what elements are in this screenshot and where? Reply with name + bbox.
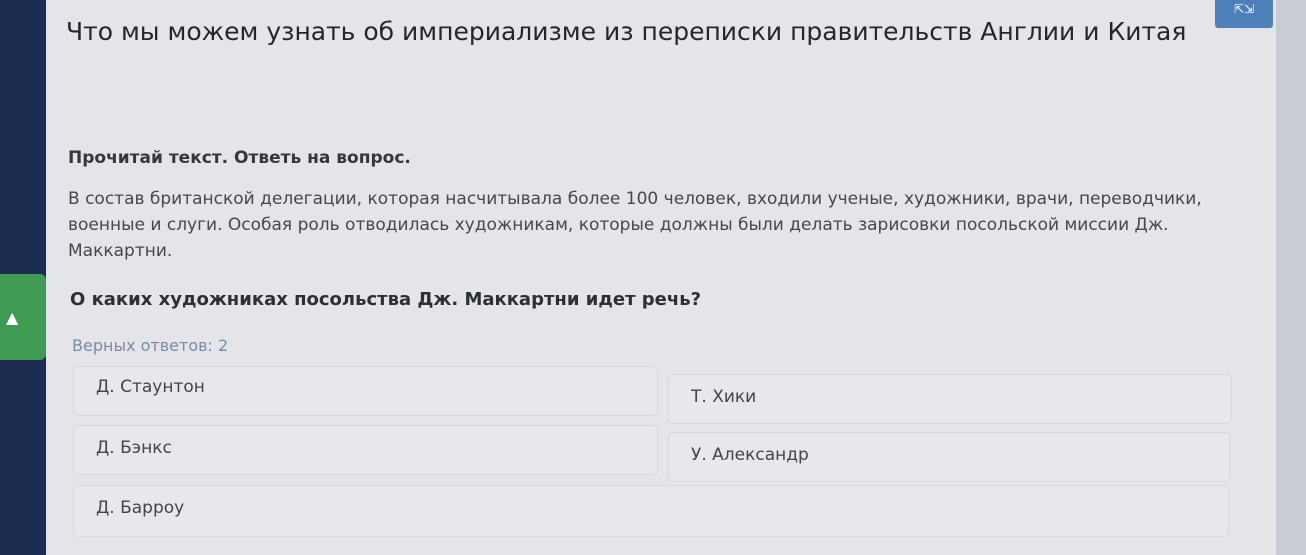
- option-hickey[interactable]: Т. Хики: [668, 374, 1232, 424]
- option-alexander[interactable]: У. Александр: [668, 432, 1230, 482]
- expand-button[interactable]: ⇱⇲: [1215, 0, 1273, 28]
- option-label: Д. Барроу: [96, 498, 185, 518]
- option-banks[interactable]: Д. Бэнкс: [73, 425, 658, 475]
- option-label: Д. Стаунтон: [96, 377, 205, 397]
- option-staunton[interactable]: Д. Стаунтон: [73, 366, 658, 416]
- correct-answers-count: Верных ответов: 2: [72, 336, 229, 355]
- expand-icon: ⇱⇲: [1233, 2, 1255, 16]
- option-label: Д. Бэнкс: [96, 438, 172, 458]
- task-instruction: Прочитай текст. Ответь на вопрос.: [68, 148, 411, 168]
- option-label: У. Александр: [691, 445, 809, 465]
- page-title: Что мы можем узнать об империализме из п…: [66, 17, 1187, 46]
- option-barrow[interactable]: Д. Барроу: [73, 485, 1229, 537]
- question-text: О каких художниках посольства Дж. Маккар…: [70, 289, 702, 310]
- right-strip: [1276, 0, 1306, 555]
- option-label: Т. Хики: [691, 387, 757, 407]
- reading-passage: В состав британской делегации, которая н…: [68, 189, 1202, 261]
- chevron-up-icon: ▲: [6, 308, 19, 327]
- side-tab[interactable]: ▲: [0, 274, 46, 360]
